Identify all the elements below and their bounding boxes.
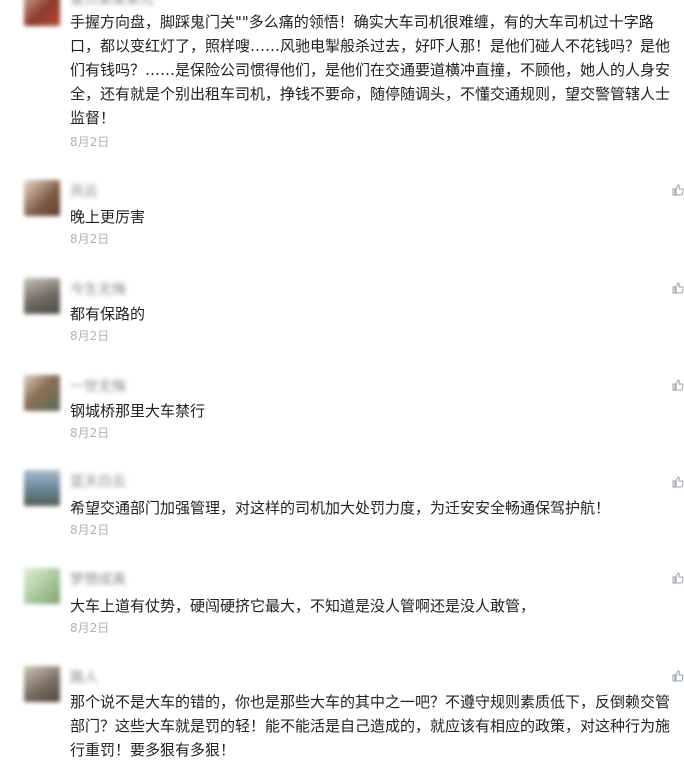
comment-item: 风云 晚上更厉害 8月2日 <box>0 180 684 250</box>
comment-item: 俊杰某某某元 手握方向盘，脚踩鬼门关""多么痛的领悟！确实大车司机很难缠，有的大… <box>0 0 684 160</box>
avatar[interactable] <box>24 180 60 216</box>
thumbs-up-icon[interactable] <box>672 670 684 682</box>
comment-text: 那个说不是大车的错的，你也是那些大车的其中之一吧？不遵守规则素质低下，反倒赖交管… <box>70 693 671 759</box>
avatar[interactable] <box>24 0 60 26</box>
comment-item: 梦想成真 大车上道有仗势，硬闯硬挤它最大，不知道是没人管啊还是没人敢管， 8月2… <box>0 568 684 638</box>
timestamp: 8月2日 <box>70 135 110 149</box>
avatar[interactable] <box>24 375 60 411</box>
avatar[interactable] <box>24 568 60 604</box>
username[interactable]: 梦想成真 <box>70 570 126 590</box>
username[interactable]: 风云 <box>70 182 98 202</box>
comment-text: 钢城桥那里大车禁行 <box>70 402 206 420</box>
avatar[interactable] <box>24 470 60 506</box>
avatar[interactable] <box>24 666 60 702</box>
timestamp: 8月2日 <box>70 426 110 440</box>
comment-text: 大车上道有仗势，硬闯硬挤它最大，不知道是没人管啊还是没人敢管， <box>70 597 536 615</box>
timestamp: 8月2日 <box>70 232 110 246</box>
thumbs-up-icon[interactable] <box>672 379 684 391</box>
comment-item: 一世无悔 钢城桥那里大车禁行 8月2日 <box>0 375 684 445</box>
thumbs-up-icon[interactable] <box>672 184 684 196</box>
comment-item: 今生无悔 都有保路的 8月2日 <box>0 278 684 348</box>
comment-text: 都有保路的 <box>70 305 146 323</box>
timestamp: 8月2日 <box>70 329 110 343</box>
comment-item: 路人 那个说不是大车的错的，你也是那些大车的其中之一吧？不遵守规则素质低下，反倒… <box>0 666 684 759</box>
comment-text: 手握方向盘，脚踩鬼门关""多么痛的领悟！确实大车司机很难缠，有的大车司机过十字路… <box>70 13 671 127</box>
comment-text: 希望交通部门加强管理，对这样的司机加大处罚力度，为迁安安全畅通保驾护航！ <box>70 499 611 517</box>
username[interactable]: 路人 <box>70 668 98 688</box>
avatar[interactable] <box>24 278 60 314</box>
comment-list: 俊杰某某某元 手握方向盘，脚踩鬼门关""多么痛的领悟！确实大车司机很难缠，有的大… <box>0 0 684 759</box>
username[interactable]: 俊杰某某某元 <box>70 0 154 10</box>
username[interactable]: 今生无悔 <box>70 280 126 300</box>
username[interactable]: 蓝天白云 <box>70 472 126 492</box>
thumbs-up-icon[interactable] <box>672 572 684 584</box>
thumbs-up-icon[interactable] <box>672 476 684 488</box>
comment-text: 晚上更厉害 <box>70 208 146 226</box>
comment-item: 蓝天白云 希望交通部门加强管理，对这样的司机加大处罚力度，为迁安安全畅通保驾护航… <box>0 470 684 540</box>
timestamp: 8月2日 <box>70 621 110 635</box>
timestamp: 8月2日 <box>70 523 110 537</box>
thumbs-up-icon[interactable] <box>672 282 684 294</box>
username[interactable]: 一世无悔 <box>70 377 126 397</box>
